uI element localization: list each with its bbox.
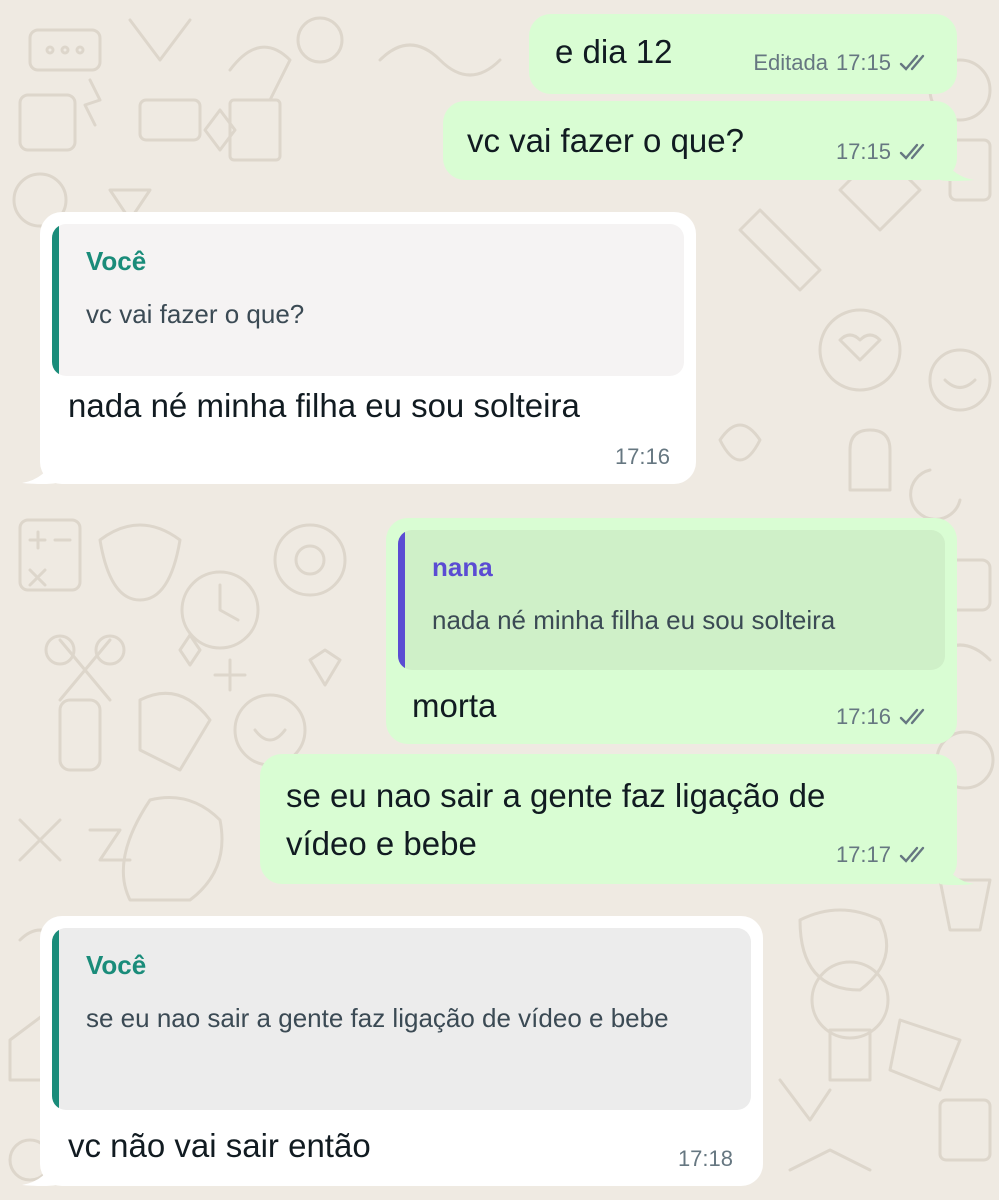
double-check-icon: [899, 846, 925, 863]
quote-author: Você: [86, 950, 147, 980]
quoted-message[interactable]: Você vc vai fazer o que?: [52, 224, 684, 376]
bubble-tail: [22, 455, 56, 484]
message-text: vc não vai sair então: [68, 1127, 371, 1164]
edited-label: Editada: [753, 50, 828, 75]
message-meta: Editada 17:15: [753, 50, 931, 76]
message-meta: 17:16: [836, 704, 931, 730]
bubble-tail: [940, 152, 974, 181]
message-time: 17:15: [835, 139, 891, 164]
message-time: 17:15: [835, 50, 891, 75]
message-meta: 17:17: [836, 842, 931, 868]
message-text: nada né minha filha eu sou solteira: [68, 387, 580, 424]
double-check-icon: [899, 708, 925, 725]
quote-text: nada né minha filha eu sou solteira: [432, 605, 836, 635]
double-check-icon: [899, 54, 925, 71]
message-text-line-2: vídeo e bebe: [286, 825, 477, 862]
quote-author: Você: [86, 246, 147, 276]
bubble-tail: [22, 1157, 56, 1186]
quote-text: se eu nao sair a gente faz ligação de ví…: [86, 1003, 669, 1033]
message-text: morta: [412, 687, 497, 724]
quote-author: nana: [432, 552, 493, 582]
message-time: 17:17: [835, 842, 891, 867]
incoming-message[interactable]: Você se eu nao sair a gente faz ligação …: [40, 916, 763, 1186]
message-time: 17:18: [677, 1146, 733, 1171]
outgoing-message[interactable]: nana nada né minha filha eu sou solteira…: [386, 518, 957, 744]
quote-text: vc vai fazer o que?: [86, 299, 305, 329]
message-meta: 17:18: [678, 1146, 733, 1172]
message-meta: 17:16: [615, 444, 670, 470]
message-time: 17:16: [614, 444, 670, 469]
message-time: 17:16: [835, 704, 891, 729]
message-text: e dia 12: [555, 33, 673, 70]
quoted-message[interactable]: nana nada né minha filha eu sou solteira: [398, 530, 945, 670]
message-text-line-1: se eu nao sair a gente faz ligação de: [286, 777, 826, 814]
double-check-icon: [899, 143, 925, 160]
outgoing-message[interactable]: e dia 12 Editada 17:15: [529, 14, 957, 94]
bubble-tail: [940, 856, 974, 885]
incoming-message[interactable]: Você vc vai fazer o que? nada né minha f…: [40, 212, 696, 484]
message-meta: 17:15: [836, 139, 931, 165]
outgoing-message[interactable]: se eu nao sair a gente faz ligação de ví…: [260, 754, 957, 884]
message-text: vc vai fazer o que?: [467, 122, 744, 159]
outgoing-message[interactable]: vc vai fazer o que? 17:15: [443, 101, 957, 180]
quoted-message[interactable]: Você se eu nao sair a gente faz ligação …: [52, 928, 751, 1110]
